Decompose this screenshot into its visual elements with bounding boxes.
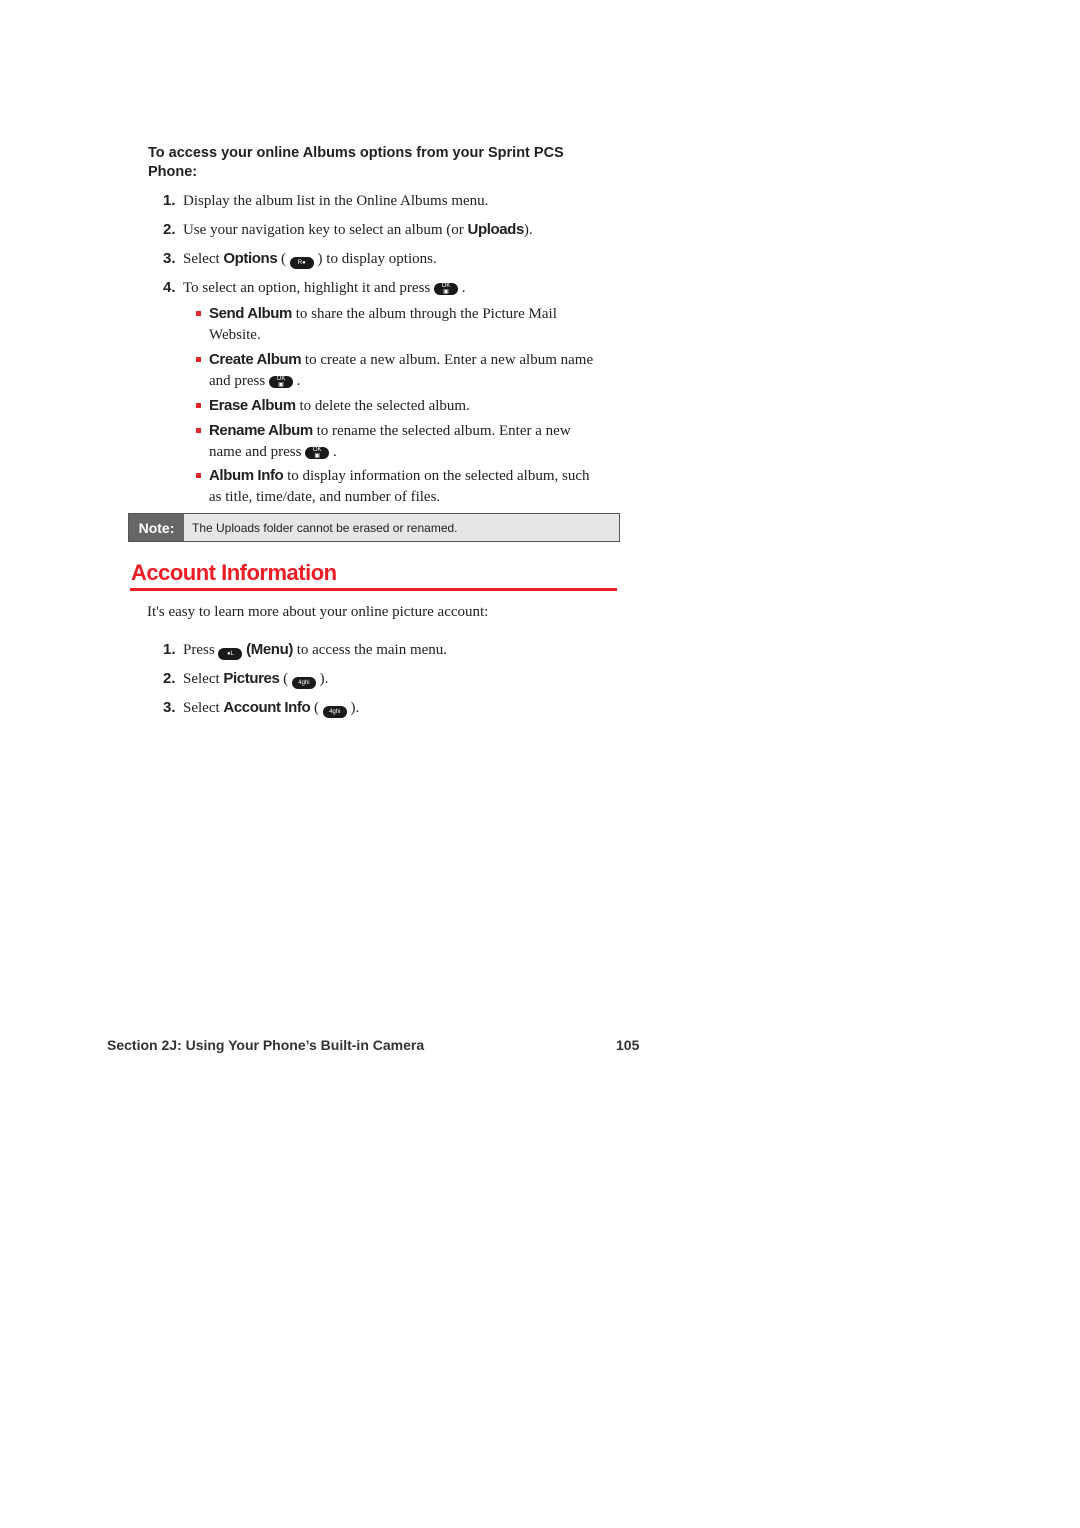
bullet-icon	[196, 473, 201, 478]
section-heading: Account Information	[131, 560, 337, 585]
section-intro: It's easy to learn more about your onlin…	[147, 604, 489, 620]
uploads-term: Uploads	[467, 221, 525, 238]
ok-key-icon: OK ▣	[305, 446, 330, 459]
procedure-intro: To access your online Albums options fro…	[148, 145, 564, 180]
left-softkey-icon: ●L	[218, 648, 243, 660]
ok-key-icon: OK ▣	[434, 283, 458, 295]
bullet-icon	[196, 403, 201, 408]
option-rename-album: Rename Album to rename the selected albu…	[196, 421, 601, 462]
option-erase-album: Erase Album to delete the selected album…	[196, 396, 601, 417]
account-step-2: 2. Select Pictures ( 4ghi ).	[163, 670, 329, 689]
bullet-icon	[196, 428, 201, 433]
page-number: 105	[616, 1037, 640, 1053]
key-4-icon: 4ghi	[291, 677, 316, 689]
step-3: 3. Select Options ( R● ) to display optio…	[163, 250, 437, 269]
bullet-icon	[196, 311, 201, 316]
step-4: 4. To select an option, highlight it and …	[163, 279, 466, 296]
right-softkey-icon: R●	[289, 257, 314, 269]
option-album-info: Album Info to display information on the…	[196, 466, 601, 507]
step-2: 2. Use your navigation key to select an a…	[163, 221, 533, 238]
note-label: Note:	[129, 514, 184, 541]
note-box: Note: The Uploads folder cannot be erase…	[128, 513, 620, 542]
options-term: Options	[223, 250, 278, 267]
ok-key-icon: OK ▣	[269, 375, 293, 388]
heading-rule	[130, 588, 617, 591]
bullet-icon	[196, 357, 201, 362]
option-send-album: Send Album to share the album through th…	[196, 304, 601, 345]
option-create-album: Create Album to create a new album. Ente…	[196, 350, 601, 391]
footer-section-title: Section 2J: Using Your Phone’s Built-in …	[107, 1037, 425, 1053]
account-step-1: 1. Press ●L (Menu) to access the main men…	[163, 641, 448, 660]
step-1: 1. Display the album list in the Online A…	[163, 192, 489, 209]
account-step-3: 3. Select Account Info ( 4ghi ).	[163, 699, 360, 718]
note-text: The Uploads folder cannot be erased or r…	[192, 520, 458, 535]
key-4-icon: 4ghi	[322, 706, 347, 718]
